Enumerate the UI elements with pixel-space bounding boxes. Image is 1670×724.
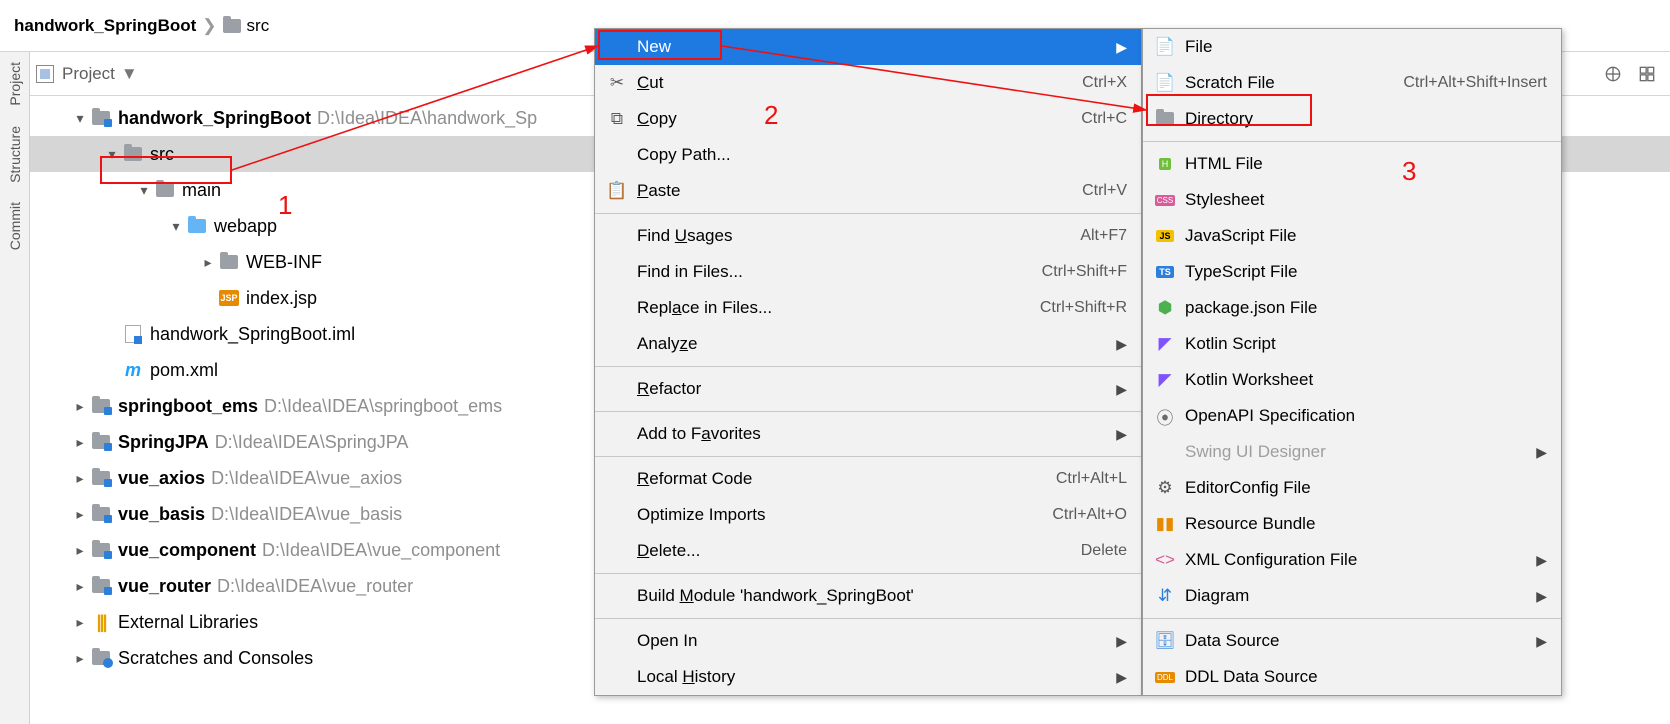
menu-new[interactable]: New▶ [595, 29, 1141, 65]
module-icon [92, 399, 110, 413]
clipboard-icon: 📋 [605, 181, 629, 201]
module-icon [92, 507, 110, 521]
chevron-down-icon[interactable]: ▾ [166, 218, 186, 235]
new-stylesheet[interactable]: CSSStylesheet [1143, 182, 1561, 218]
css-icon: CSS [1153, 195, 1177, 206]
new-directory[interactable]: Directory [1143, 101, 1561, 137]
module-icon [92, 579, 110, 593]
webapp-folder-icon [188, 219, 206, 233]
new-xml-config[interactable]: <>XML Configuration File▶ [1143, 542, 1561, 578]
rail-tab-project[interactable]: Project [7, 52, 23, 116]
folder-icon [223, 19, 241, 33]
menu-local-history[interactable]: Local History▶ [595, 659, 1141, 695]
menu-add-favorites[interactable]: Add to Favorites▶ [595, 416, 1141, 452]
chevron-right-icon[interactable]: ▸ [70, 398, 90, 415]
rail-tab-commit[interactable]: Commit [7, 192, 23, 260]
new-kotlin-worksheet[interactable]: ◤Kotlin Worksheet [1143, 362, 1561, 398]
jsp-icon: JSP [219, 290, 239, 306]
kotlin-icon: ◤ [1153, 334, 1177, 354]
ts-icon: TS [1153, 266, 1177, 278]
file-icon: 📄 [1153, 37, 1177, 57]
breadcrumb-src[interactable]: src [223, 16, 270, 36]
module-icon [92, 111, 110, 125]
project-view-icon [36, 65, 54, 83]
diagram-icon: ⇵ [1153, 586, 1177, 606]
chevron-down-icon[interactable]: ▾ [102, 146, 122, 163]
menu-refactor[interactable]: Refactor▶ [595, 371, 1141, 407]
module-icon [92, 543, 110, 557]
new-editorconfig[interactable]: ⚙EditorConfig File [1143, 470, 1561, 506]
new-file[interactable]: 📄File [1143, 29, 1561, 65]
menu-find-usages[interactable]: Find Usages Alt+F7 [595, 218, 1141, 254]
new-swing-designer[interactable]: Swing UI Designer▶ [1143, 434, 1561, 470]
libraries-icon [90, 611, 112, 633]
folder-icon [124, 147, 142, 161]
menu-reformat[interactable]: Reformat CodeCtrl+Alt+L [595, 461, 1141, 497]
chevron-right-icon[interactable]: ▸ [198, 254, 218, 271]
module-icon [92, 435, 110, 449]
folder-icon [220, 255, 238, 269]
module-icon [92, 471, 110, 485]
panel-title[interactable]: Project [62, 64, 115, 84]
menu-cut[interactable]: ✂ Cut Ctrl+X [595, 65, 1141, 101]
new-kotlin-script[interactable]: ◤Kotlin Script [1143, 326, 1561, 362]
resource-bundle-icon: ▮▮ [1153, 514, 1177, 534]
new-submenu: 📄File 📄Scratch FileCtrl+Alt+Shift+Insert… [1142, 28, 1562, 696]
menu-replace-in-files[interactable]: Replace in Files... Ctrl+Shift+R [595, 290, 1141, 326]
select-open-file-icon[interactable] [1602, 63, 1624, 85]
new-diagram[interactable]: ⇵Diagram▶ [1143, 578, 1561, 614]
folder-icon [156, 183, 174, 197]
menu-open-in[interactable]: Open In▶ [595, 623, 1141, 659]
js-icon: JS [1153, 230, 1177, 242]
chevron-down-icon[interactable]: ▾ [134, 182, 154, 199]
menu-build-module[interactable]: Build Module 'handwork_SpringBoot' [595, 578, 1141, 614]
new-html[interactable]: HHTML File [1143, 146, 1561, 182]
new-package-json[interactable]: ⬢package.json File [1143, 290, 1561, 326]
openapi-icon: ⦿ [1153, 404, 1177, 429]
gear-icon: ⚙ [1153, 478, 1177, 498]
iml-icon [125, 325, 141, 343]
new-data-source[interactable]: 🗄Data Source▶ [1143, 623, 1561, 659]
scratches-icon [92, 651, 110, 665]
ddl-icon: DDL [1153, 672, 1177, 683]
folder-icon [1153, 112, 1177, 126]
copy-icon: ⧉ [605, 109, 629, 129]
new-javascript[interactable]: JSJavaScript File [1143, 218, 1561, 254]
menu-copy-path[interactable]: Copy Path... [595, 137, 1141, 173]
menu-optimize-imports[interactable]: Optimize ImportsCtrl+Alt+O [595, 497, 1141, 533]
breadcrumb-root[interactable]: handwork_SpringBoot [14, 16, 196, 36]
menu-paste[interactable]: 📋 Paste Ctrl+V [595, 173, 1141, 209]
rail-tab-structure[interactable]: Structure [7, 116, 23, 193]
new-typescript[interactable]: TSTypeScript File [1143, 254, 1561, 290]
new-scratch[interactable]: 📄Scratch FileCtrl+Alt+Shift+Insert [1143, 65, 1561, 101]
database-icon: 🗄 [1153, 631, 1177, 651]
context-menu: New▶ ✂ Cut Ctrl+X ⧉ Copy Ctrl+C Copy Pat… [594, 28, 1142, 696]
chevron-right-icon: ❯ [202, 16, 216, 36]
scissors-icon: ✂ [605, 73, 629, 93]
expand-all-icon[interactable] [1636, 63, 1658, 85]
left-rail: Project Structure Commit [0, 52, 30, 724]
xml-config-icon: <> [1153, 550, 1177, 570]
kotlin-worksheet-icon: ◤ [1153, 370, 1177, 390]
html-icon: H [1153, 158, 1177, 170]
menu-find-in-files[interactable]: Find in Files...Ctrl+Shift+F [595, 254, 1141, 290]
new-openapi[interactable]: ⦿OpenAPI Specification [1143, 398, 1561, 434]
maven-icon: m [124, 361, 142, 379]
menu-delete[interactable]: Delete...Delete [595, 533, 1141, 569]
dropdown-icon[interactable]: ▼ [121, 64, 138, 84]
node-icon: ⬢ [1153, 298, 1177, 318]
menu-analyze[interactable]: Analyze▶ [595, 326, 1141, 362]
menu-copy[interactable]: ⧉ Copy Ctrl+C [595, 101, 1141, 137]
new-resource-bundle[interactable]: ▮▮Resource Bundle [1143, 506, 1561, 542]
chevron-down-icon[interactable]: ▾ [70, 110, 90, 127]
new-ddl-data-source[interactable]: DDLDDL Data Source [1143, 659, 1561, 695]
scratch-file-icon: 📄 [1153, 73, 1177, 93]
